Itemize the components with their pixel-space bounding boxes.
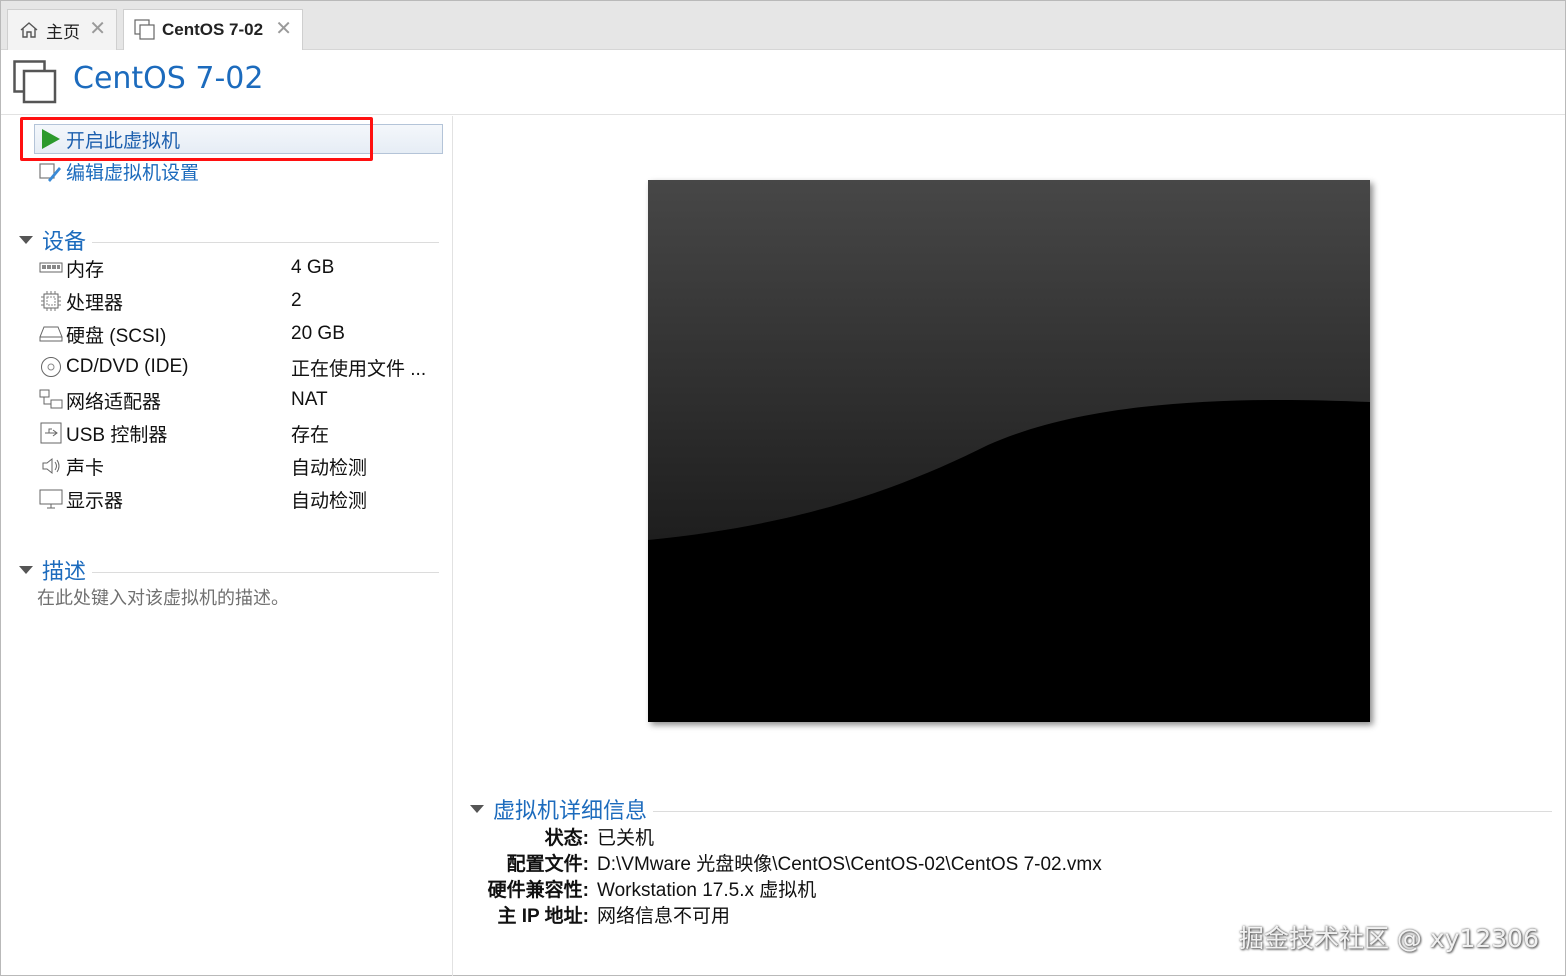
vm-screen-preview[interactable] <box>648 180 1370 722</box>
play-icon <box>42 129 60 149</box>
detail-value: 网络信息不可用 <box>597 905 731 927</box>
devices-section-header[interactable]: 设备 <box>19 224 439 256</box>
detail-key: 硬件兼容性: <box>487 879 589 901</box>
device-value: 正在使用文件 ... <box>291 358 427 380</box>
divider <box>653 810 1552 812</box>
edit-settings-link[interactable]: 编辑虚拟机设置 <box>39 158 199 185</box>
cpu-icon <box>38 290 64 312</box>
power-on-label: 开启此虚拟机 <box>66 130 181 152</box>
close-icon[interactable]: ✕ <box>275 19 292 39</box>
collapse-icon[interactable] <box>19 236 33 244</box>
detail-value: Workstation 17.5.x 虚拟机 <box>597 879 817 901</box>
power-on-button[interactable]: 开启此虚拟机 <box>34 124 443 154</box>
vm-header: CentOS 7-02 <box>1 50 1565 115</box>
detail-row-compatibility: 硬件兼容性: Workstation 17.5.x 虚拟机 <box>471 875 1471 901</box>
watermark: 掘金技术社区 @ xy12306 <box>1238 924 1539 953</box>
device-value: 4 GB <box>291 257 335 278</box>
edit-settings-icon <box>39 162 61 182</box>
description-section-title: 描述 <box>42 559 87 584</box>
tab-centos[interactable]: CentOS 7-02 ✕ <box>123 9 303 50</box>
cd-dvd-icon <box>38 356 64 378</box>
detail-key: 状态: <box>544 827 589 849</box>
device-row-cd-dvd[interactable]: CD/DVD (IDE) 正在使用文件 ... <box>38 352 438 382</box>
description-section-header[interactable]: 描述 <box>19 554 439 586</box>
tab-bar: 主页 ✕ CentOS 7-02 ✕ <box>1 1 1565 50</box>
device-value: 存在 <box>291 424 330 446</box>
device-name: CD/DVD (IDE) <box>66 356 189 377</box>
device-row-sound[interactable]: 声卡 自动检测 <box>38 451 438 481</box>
detail-row-config-file: 配置文件: D:\VMware 光盘映像\CentOS\CentOS-02\Ce… <box>471 849 1471 875</box>
details-section-header[interactable]: 虚拟机详细信息 <box>470 793 1552 825</box>
divider <box>92 241 439 243</box>
memory-icon <box>38 257 64 279</box>
device-value: 自动检测 <box>291 457 368 479</box>
page-title: CentOS 7-02 <box>73 61 264 96</box>
device-value: 2 <box>291 290 302 311</box>
sound-icon <box>38 455 64 477</box>
device-name: 处理器 <box>66 292 124 314</box>
device-row-memory[interactable]: 内存 4 GB <box>38 253 438 283</box>
vm-large-icon <box>13 60 57 104</box>
device-row-usb[interactable]: USB 控制器 存在 <box>38 418 438 448</box>
tab-centos-label: CentOS 7-02 <box>162 20 264 39</box>
device-name: 硬盘 (SCSI) <box>66 325 167 347</box>
usb-icon <box>38 422 64 444</box>
device-row-monitor[interactable]: 显示器 自动检测 <box>38 484 438 514</box>
device-name: 内存 <box>66 259 105 281</box>
device-name: USB 控制器 <box>66 424 168 446</box>
close-icon[interactable]: ✕ <box>89 19 106 39</box>
device-name: 声卡 <box>66 457 105 479</box>
home-icon <box>18 19 40 41</box>
device-value: 20 GB <box>291 323 345 344</box>
device-name: 显示器 <box>66 490 124 512</box>
collapse-icon[interactable] <box>19 566 33 574</box>
network-adapter-icon <box>38 389 64 411</box>
devices-section-title: 设备 <box>42 229 87 254</box>
detail-value: D:\VMware 光盘映像\CentOS\CentOS-02\CentOS 7… <box>597 853 1102 875</box>
divider <box>92 571 439 573</box>
device-row-network[interactable]: 网络适配器 NAT <box>38 385 438 415</box>
device-value: NAT <box>291 389 328 410</box>
collapse-icon[interactable] <box>470 805 484 813</box>
screen-thumbnail-graphic <box>648 180 1370 722</box>
monitor-icon <box>38 488 64 510</box>
device-value: 自动检测 <box>291 490 368 512</box>
description-text[interactable]: 在此处键入对该虚拟机的描述。 <box>37 584 289 610</box>
detail-key: 配置文件: <box>506 853 589 875</box>
device-row-harddisk[interactable]: 硬盘 (SCSI) 20 GB <box>38 319 438 349</box>
vmware-window: 主页 ✕ CentOS 7-02 ✕ CentOS 7-02 开启此虚拟机 编辑… <box>0 0 1566 976</box>
details-section-title: 虚拟机详细信息 <box>493 798 648 823</box>
device-name: 网络适配器 <box>66 391 162 413</box>
tab-home-label: 主页 <box>46 22 80 42</box>
detail-value: 已关机 <box>597 827 655 849</box>
detail-row-status: 状态: 已关机 <box>471 823 1471 849</box>
detail-key: 主 IP 地址: <box>497 905 590 927</box>
vm-icon <box>134 19 156 41</box>
device-row-cpu[interactable]: 处理器 2 <box>38 286 438 316</box>
tab-home[interactable]: 主页 ✕ <box>7 9 117 50</box>
left-panel: 开启此虚拟机 编辑虚拟机设置 设备 内存 4 GB 处理器 2 硬盘 (SCSI… <box>1 116 453 976</box>
harddisk-icon <box>38 323 64 345</box>
edit-settings-label: 编辑虚拟机设置 <box>66 163 200 184</box>
